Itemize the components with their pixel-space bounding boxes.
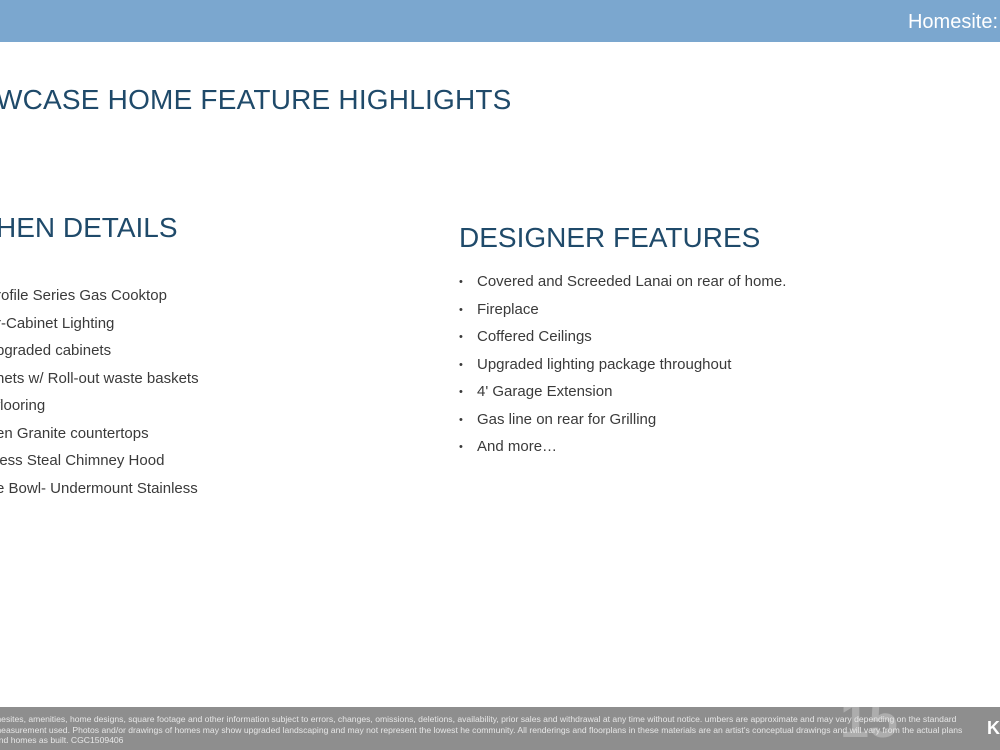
list-item: • Covered and Screeded Lanai on rear of h… (459, 272, 786, 300)
list-item: • Coffered Ceilings (459, 327, 786, 355)
footer-logo: K (987, 718, 1000, 738)
list-item-text: 4' Garage Extension (477, 383, 613, 400)
list-item-text: Covered and Screeded Lanai on rear of ho… (477, 273, 787, 290)
list-item: • Upgraded lighting package throughout (459, 355, 786, 383)
bullet-icon: • (459, 276, 463, 288)
top-banner (0, 0, 1000, 42)
list-item-text: Fireplace (477, 300, 539, 318)
bullet-icon: • (459, 413, 463, 426)
homesite-label: Homesite: (907, 11, 998, 33)
list-item: • 4' Garage Extension (459, 382, 786, 410)
list-item-text: flooring (0, 397, 46, 414)
list-item: less Steal Chimney Hood (0, 451, 199, 479)
list-item: • Fireplace (459, 300, 786, 328)
list-item-text: r-Cabinet Lighting (0, 314, 115, 332)
designer-features-heading: DESIGNER FEATURES (459, 222, 761, 253)
list-item-text: less Steal Chimney Hood (0, 452, 165, 469)
list-item: rofile Series Gas Cooktop (0, 286, 199, 314)
list-item-text: e Bowl- Undermount Stainless (0, 479, 198, 497)
list-item: flooring (0, 396, 199, 424)
list-item: r-Cabinet Lighting (0, 314, 199, 342)
bullet-icon: • (459, 386, 463, 398)
list-item-text: rofile Series Gas Cooktop (0, 287, 167, 304)
bullet-icon: • (459, 303, 463, 316)
list-item-text: Coffered Ceilings (477, 328, 592, 345)
list-item-text: And more… (477, 438, 558, 455)
list-item-text: Gas line on rear for Grilling (477, 410, 657, 428)
bullet-icon: • (459, 358, 463, 371)
kitchen-details-list: rofile Series Gas Cooktop r-Cabinet Ligh… (0, 286, 199, 506)
list-item: nets w/ Roll-out waste baskets (0, 369, 199, 397)
list-item-text: pgraded cabinets (0, 342, 112, 359)
list-item-text: Upgraded lighting package throughout (477, 355, 732, 373)
page-title: WCASE HOME FEATURE HIGHLIGHTS (0, 84, 512, 115)
designer-features-list: • Covered and Screeded Lanai on rear of h… (459, 272, 786, 465)
list-item-text: nets w/ Roll-out waste baskets (0, 369, 199, 387)
bullet-icon: • (459, 331, 463, 343)
list-item: • Gas line on rear for Grilling (459, 410, 786, 438)
legal-disclaimer: mesites, amenities, home designs, square… (0, 714, 963, 745)
list-item-text: en Granite countertops (0, 424, 149, 442)
bullet-icon: • (459, 441, 463, 453)
list-item: • And more… (459, 437, 786, 465)
list-item: pgraded cabinets (0, 341, 199, 369)
list-item: e Bowl- Undermount Stainless (0, 479, 199, 507)
list-item: en Granite countertops (0, 424, 199, 452)
kitchen-details-heading: HEN DETAILS (0, 212, 178, 243)
